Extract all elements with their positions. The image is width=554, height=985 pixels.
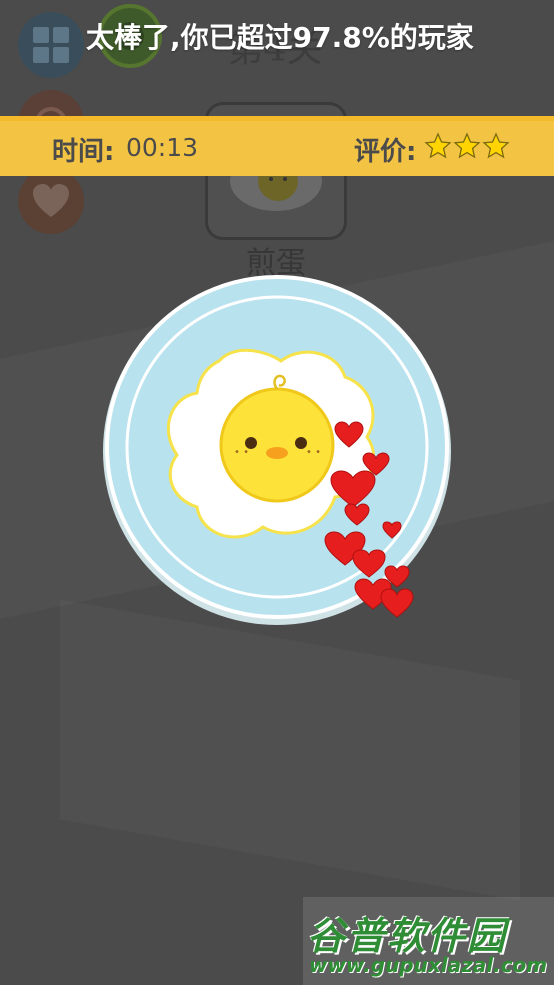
menu-button[interactable] (18, 12, 84, 78)
watermark: 谷普软件园 www.gupuxlazal.com (303, 897, 554, 985)
left-blush: • • (234, 447, 249, 458)
heart-icon (380, 588, 414, 618)
heart-icon (33, 184, 69, 217)
time-label: 时间: (52, 137, 115, 167)
rating-label: 评价: (354, 137, 417, 167)
watermark-title: 谷普软件园 (307, 914, 508, 958)
rating-stars (424, 132, 510, 160)
favorite-button[interactable] (18, 168, 84, 234)
status-bar: 时间: 00:13 评价: (0, 116, 554, 176)
plate-with-egg: • • • • (103, 275, 451, 625)
egg-yolk (219, 387, 335, 503)
result-message: 太棒了,你已超过97.8%的玩家 (86, 21, 474, 54)
time-value: 00:13 (126, 133, 199, 162)
star-icon (453, 132, 481, 159)
watermark-url: www.gupuxlazal.com (309, 953, 548, 977)
star-icon (482, 132, 510, 159)
background-shard (60, 599, 520, 900)
grid-icon (33, 27, 69, 63)
right-blush: • • (306, 447, 321, 458)
beak (266, 447, 288, 459)
star-icon (424, 132, 452, 159)
